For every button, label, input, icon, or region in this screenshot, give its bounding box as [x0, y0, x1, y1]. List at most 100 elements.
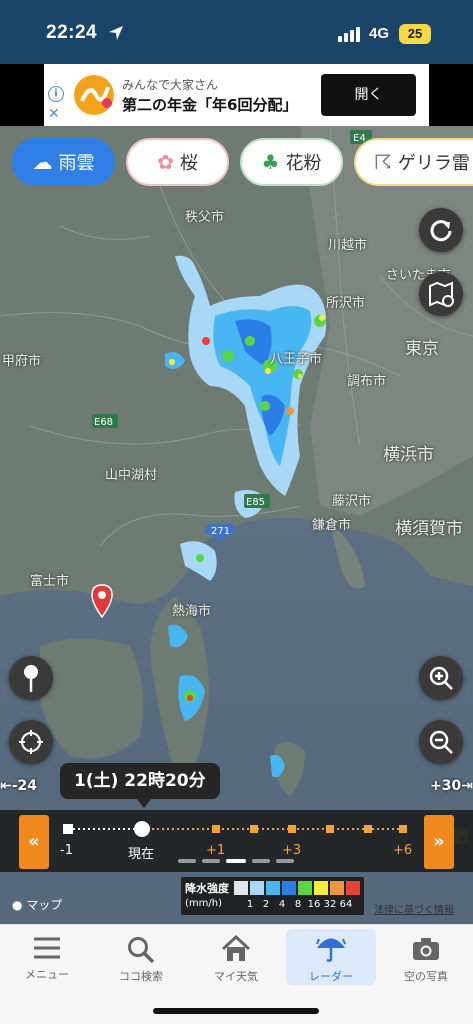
ad-info-icon[interactable]: i: [48, 86, 64, 102]
apple-maps-credit: ● マップ: [12, 898, 63, 912]
legend-unit: (mm/h): [185, 898, 222, 909]
place-label: 鎌倉市: [312, 518, 352, 533]
ad-banner[interactable]: i ✕ みんなで大家さん 第二の年金「年6回分配」 開く: [44, 64, 429, 126]
timeline-right-edge[interactable]: +30⇥: [430, 778, 473, 794]
chip-label: 雨雲: [58, 153, 95, 174]
apple-logo-icon: ●: [12, 898, 23, 912]
menu-icon: [34, 937, 60, 959]
legend-value: 8: [294, 899, 302, 910]
status-bar: 22:24 4G 25: [0, 0, 473, 64]
battery-indicator: 25: [399, 24, 431, 44]
page-indicator: [178, 859, 294, 863]
timeline-label: +6: [393, 843, 413, 858]
chip-label: 桜: [179, 153, 198, 174]
refresh-button[interactable]: [419, 208, 463, 252]
refresh-icon: [430, 220, 452, 242]
place-label: 甲府市: [2, 354, 42, 369]
timeline-slider-thumb: [134, 821, 150, 837]
legend-title: 降水強度: [185, 882, 229, 895]
zoom-in-button[interactable]: [419, 656, 463, 700]
legend-swatch: [266, 881, 280, 895]
zoom-out-button[interactable]: [419, 720, 463, 764]
network-type: 4G: [369, 25, 390, 42]
tab-my-weather[interactable]: マイ天気: [191, 929, 281, 985]
zoom-in-icon: [429, 666, 453, 690]
pin-icon: [24, 665, 38, 692]
umbrella-icon: [316, 938, 346, 962]
timeline-tick-past: [63, 824, 73, 834]
ad-logo: [74, 75, 114, 115]
tab-radar[interactable]: レーダー: [286, 929, 376, 985]
legend-swatch: [330, 881, 344, 895]
ad-close-icon[interactable]: ✕: [48, 106, 60, 122]
place-label: 秩父市: [185, 210, 225, 225]
chip-rain-cloud[interactable]: ☁ 雨雲: [12, 138, 115, 186]
rain-cloud-icon: ☁: [32, 150, 53, 174]
tree-icon: ♣: [261, 150, 280, 174]
place-label: 藤沢市: [332, 494, 372, 509]
timeline-label: +3: [282, 843, 302, 858]
ad-open-button[interactable]: 開く: [321, 74, 416, 116]
zoom-out-icon: [429, 730, 453, 754]
legend-value: 64: [339, 899, 353, 910]
place-label: 横須賀市: [395, 519, 463, 539]
legend-swatch: [282, 881, 296, 895]
tab-search[interactable]: ココ検索: [96, 929, 186, 985]
point-pin-button[interactable]: [9, 656, 53, 700]
map-settings-button[interactable]: [419, 272, 463, 316]
legend-value: 1: [246, 899, 254, 910]
legend-value: 32: [323, 899, 337, 910]
legend-swatch: [346, 881, 360, 895]
place-label: 横浜市: [383, 445, 434, 465]
chip-guerrilla-thunder[interactable]: ☈ ゲリラ雷: [354, 138, 473, 186]
crosshair-icon: [19, 730, 43, 754]
camera-icon: [413, 938, 439, 960]
legend-value: 2: [262, 899, 270, 910]
location-pin-icon[interactable]: [91, 584, 113, 618]
precipitation-legend: 降水強度 (mm/h) 1 2 4 8 16 32 64: [181, 877, 364, 915]
place-label: 熱海市: [172, 604, 212, 619]
search-icon: [128, 937, 155, 963]
svg-text:E68: E68: [94, 417, 113, 428]
timeline-bar[interactable]: « » -1 現在 +1 +3 +6: [0, 810, 473, 872]
place-label: 富士市: [30, 574, 70, 589]
cherry-blossom-icon: ✿: [157, 150, 174, 174]
home-icon: [221, 935, 251, 961]
legend-swatch: [234, 881, 248, 895]
legend-value: 16: [307, 899, 321, 910]
place-label: 川越市: [328, 238, 368, 253]
ad-sponsor: みんなで大家さん: [122, 78, 219, 92]
thunder-cloud-icon: ☈: [374, 150, 392, 174]
map-settings-icon: [429, 281, 454, 307]
place-label: 山中湖村: [105, 468, 158, 483]
location-arrow-icon: [109, 26, 123, 40]
place-label: 調布市: [347, 374, 387, 389]
home-indicator: [153, 1008, 319, 1014]
law-info-link[interactable]: 法律に基づく情報: [374, 901, 454, 916]
svg-text:271: 271: [211, 526, 230, 537]
place-label: 所沢市: [326, 296, 366, 311]
timeline-label: +1: [206, 843, 226, 858]
legend-swatch: [250, 881, 264, 895]
chip-label: 花粉: [285, 153, 322, 174]
signal-icon: [338, 27, 360, 42]
chip-cherry-blossom[interactable]: ✿ 桜: [126, 138, 229, 186]
place-label: 八王子市: [270, 352, 323, 367]
ad-headline: 第二の年金「年6回分配」: [122, 96, 298, 114]
timeline-left-edge[interactable]: ⇤-24: [0, 778, 37, 794]
status-time: 22:24: [46, 22, 98, 43]
tab-menu[interactable]: メニュー: [2, 929, 92, 985]
legend-swatch: [314, 881, 328, 895]
place-label: 東京: [405, 339, 439, 359]
timeline-label-now: 現在: [128, 847, 155, 862]
chip-pollen[interactable]: ♣ 花粉: [240, 138, 343, 186]
current-location-button[interactable]: [9, 720, 53, 764]
svg-text:E85: E85: [246, 497, 265, 508]
chip-label: ゲリラ雷: [397, 153, 470, 174]
radar-map[interactable]: E4 E68 E85 271 ☁ 雨雲 ✿ 桜 ♣ 花粉 ☈ ゲリラ雷 秩父市 …: [0, 126, 473, 924]
time-bubble: 1(土) 22時20分: [60, 763, 220, 808]
timeline-label: -1: [60, 843, 73, 858]
tab-sky-photos[interactable]: 空の写真: [381, 929, 471, 985]
legend-value: 4: [278, 899, 286, 910]
legend-swatch: [298, 881, 312, 895]
